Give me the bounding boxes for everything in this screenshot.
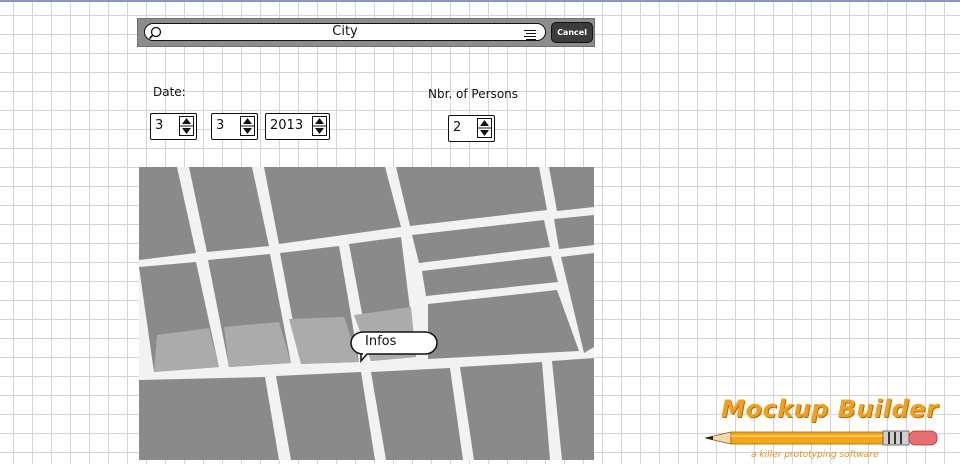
mockup-builder-logo: Mockup Builder a killer prototyping soft… <box>703 395 948 464</box>
list-icon[interactable] <box>523 26 537 45</box>
persons-label: Nbr. of Persons <box>428 87 519 101</box>
year-value: 2013 <box>270 118 304 133</box>
persons-stepper[interactable]: 2 <box>448 115 495 142</box>
month-stepper[interactable]: 3 <box>211 113 258 140</box>
logo-title: Mockup Builder <box>721 395 939 423</box>
up-down-arrows-icon[interactable] <box>240 116 255 136</box>
top-border <box>0 0 960 2</box>
cancel-button[interactable]: Cancel <box>551 22 593 43</box>
map[interactable] <box>139 167 594 460</box>
search-input[interactable]: City <box>144 23 546 41</box>
persons-value: 2 <box>453 120 462 135</box>
search-bar: City Cancel <box>137 18 595 47</box>
year-stepper[interactable]: 2013 <box>265 113 330 140</box>
day-stepper[interactable]: 3 <box>150 113 197 140</box>
date-label: Date: <box>153 85 186 99</box>
map-canvas[interactable] <box>139 167 594 460</box>
day-value: 3 <box>155 118 164 133</box>
up-down-arrows-icon[interactable] <box>179 116 194 136</box>
map-tooltip[interactable]: Infos <box>349 331 439 364</box>
up-down-arrows-icon[interactable] <box>312 116 327 136</box>
pencil-icon <box>704 430 938 446</box>
up-down-arrows-icon[interactable] <box>477 118 492 138</box>
tooltip-label: Infos <box>365 334 397 349</box>
search-text: City <box>332 24 358 39</box>
month-value: 3 <box>216 118 225 133</box>
logo-subtitle: a killer prototyping software <box>751 450 879 460</box>
